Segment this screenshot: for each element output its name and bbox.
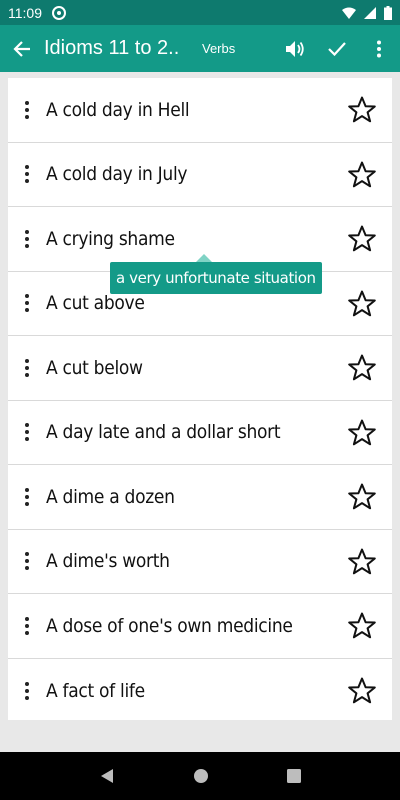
star-outline-icon xyxy=(348,419,376,446)
signal-icon xyxy=(364,6,376,19)
favorite-button[interactable] xyxy=(332,207,392,271)
star-outline-icon xyxy=(348,161,376,188)
star-outline-icon xyxy=(348,225,376,252)
favorite-button[interactable] xyxy=(332,78,392,142)
list-item[interactable]: A dose of one's own medicine xyxy=(8,594,392,659)
more-vert-icon xyxy=(25,165,29,184)
more-vert-icon xyxy=(25,229,29,248)
wifi-icon xyxy=(342,7,356,19)
arrow-back-icon xyxy=(13,40,30,57)
favorite-button[interactable] xyxy=(332,272,392,336)
category-label[interactable]: Verbs xyxy=(202,41,262,56)
list-item[interactable]: A day late and a dollar short xyxy=(8,401,392,465)
star-outline-icon xyxy=(348,354,376,381)
favorite-button[interactable] xyxy=(332,659,392,724)
more-vert-icon xyxy=(25,423,29,442)
nav-back-icon[interactable] xyxy=(99,768,115,784)
star-outline-icon xyxy=(348,548,376,575)
volume-icon xyxy=(286,40,304,57)
star-outline-icon xyxy=(348,483,376,510)
idiom-label: A fact of life xyxy=(46,679,145,702)
overflow-menu-button[interactable] xyxy=(358,25,400,72)
app-bar: Idioms 11 to 2.. Verbs xyxy=(0,25,400,72)
item-menu-button[interactable] xyxy=(8,207,46,271)
favorite-button[interactable] xyxy=(332,530,392,594)
item-menu-button[interactable] xyxy=(8,659,46,724)
nav-recents-icon[interactable] xyxy=(287,769,301,783)
idiom-label: A dime a dozen xyxy=(46,485,175,508)
check-icon xyxy=(328,41,346,56)
idiom-label: A dime's worth xyxy=(46,550,170,573)
favorite-button[interactable] xyxy=(332,594,392,658)
item-menu-button[interactable] xyxy=(8,530,46,594)
system-nav-bar xyxy=(0,752,400,800)
more-vert-icon xyxy=(25,552,29,571)
item-menu-button[interactable] xyxy=(8,336,46,400)
status-time: 11:09 xyxy=(8,4,42,21)
idiom-label: A dose of one's own medicine xyxy=(46,614,293,637)
list-item[interactable]: A cold day in July xyxy=(8,143,392,207)
favorite-button[interactable] xyxy=(332,465,392,529)
idiom-label: A cold day in July xyxy=(46,163,188,186)
list-item[interactable]: A fact of life xyxy=(8,659,392,724)
item-menu-button[interactable] xyxy=(8,78,46,142)
more-vert-icon xyxy=(25,294,29,313)
item-menu-button[interactable] xyxy=(8,594,46,658)
list-item[interactable]: A dime a dozen xyxy=(8,465,392,530)
list-item[interactable]: A cut below xyxy=(8,336,392,401)
star-outline-icon xyxy=(348,677,376,704)
page-title: Idioms 11 to 2.. xyxy=(44,37,180,59)
item-menu-button[interactable] xyxy=(8,401,46,465)
more-vert-icon xyxy=(25,358,29,377)
status-bar: 11:09 xyxy=(0,0,400,25)
battery-icon xyxy=(384,5,392,20)
list-item[interactable]: A cold day in Hell xyxy=(8,78,392,143)
sync-icon xyxy=(52,5,66,20)
status-icons xyxy=(342,5,392,20)
more-vert-icon xyxy=(25,100,29,119)
idiom-label: A cold day in Hell xyxy=(46,98,190,121)
favorite-button[interactable] xyxy=(332,336,392,400)
more-vert-icon xyxy=(25,616,29,635)
more-vert-icon xyxy=(25,681,29,700)
meaning-tooltip: a very unfortunate situation xyxy=(110,254,322,294)
idiom-label: A cut below xyxy=(46,356,143,379)
favorite-button[interactable] xyxy=(332,143,392,207)
back-button[interactable] xyxy=(0,25,44,72)
idiom-list: A cold day in Hell A cold day in July A … xyxy=(8,78,392,720)
more-vert-icon xyxy=(377,40,381,57)
more-vert-icon xyxy=(25,487,29,506)
idiom-label: A crying shame xyxy=(46,227,175,250)
star-outline-icon xyxy=(348,290,376,317)
star-outline-icon xyxy=(348,612,376,639)
idiom-label: A day late and a dollar short xyxy=(46,421,281,444)
volume-button[interactable] xyxy=(274,25,316,72)
idiom-label: A cut above xyxy=(46,292,145,315)
list-item[interactable]: A dime's worth xyxy=(8,530,392,594)
item-menu-button[interactable] xyxy=(8,272,46,336)
check-button[interactable] xyxy=(316,25,358,72)
nav-home-icon[interactable] xyxy=(193,768,209,784)
item-menu-button[interactable] xyxy=(8,465,46,529)
item-menu-button[interactable] xyxy=(8,143,46,207)
favorite-button[interactable] xyxy=(332,401,392,465)
star-outline-icon xyxy=(348,96,376,123)
